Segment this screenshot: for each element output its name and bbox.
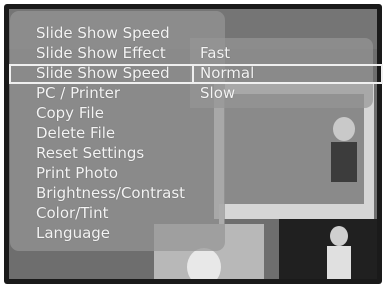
menu-item-print-photo[interactable]: Print Photo	[36, 164, 118, 183]
selection-highlight-divider	[192, 64, 194, 84]
menu-item-slide-show-speed[interactable]: Slide Show Speed	[36, 64, 170, 83]
menu-item-brightness-contrast[interactable]: Brightness/Contrast	[36, 184, 185, 203]
submenu-option-slow[interactable]: Slow	[200, 84, 235, 103]
menu-item-color-tint[interactable]: Color/Tint	[36, 204, 108, 223]
menu-title: Slide Show Speed	[36, 24, 170, 42]
menu-item-delete-file[interactable]: Delete File	[36, 124, 115, 143]
menu-item-reset-settings[interactable]: Reset Settings	[36, 144, 144, 163]
submenu-option-fast[interactable]: Fast	[200, 44, 230, 63]
menu-item-slide-show-effect[interactable]: Slide Show Effect	[36, 44, 166, 63]
submenu-option-normal[interactable]: Normal	[200, 64, 254, 83]
menu-item-pc-printer[interactable]: PC / Printer	[36, 84, 120, 103]
menu-item-language[interactable]: Language	[36, 224, 110, 243]
menu-item-copy-file[interactable]: Copy File	[36, 104, 104, 123]
